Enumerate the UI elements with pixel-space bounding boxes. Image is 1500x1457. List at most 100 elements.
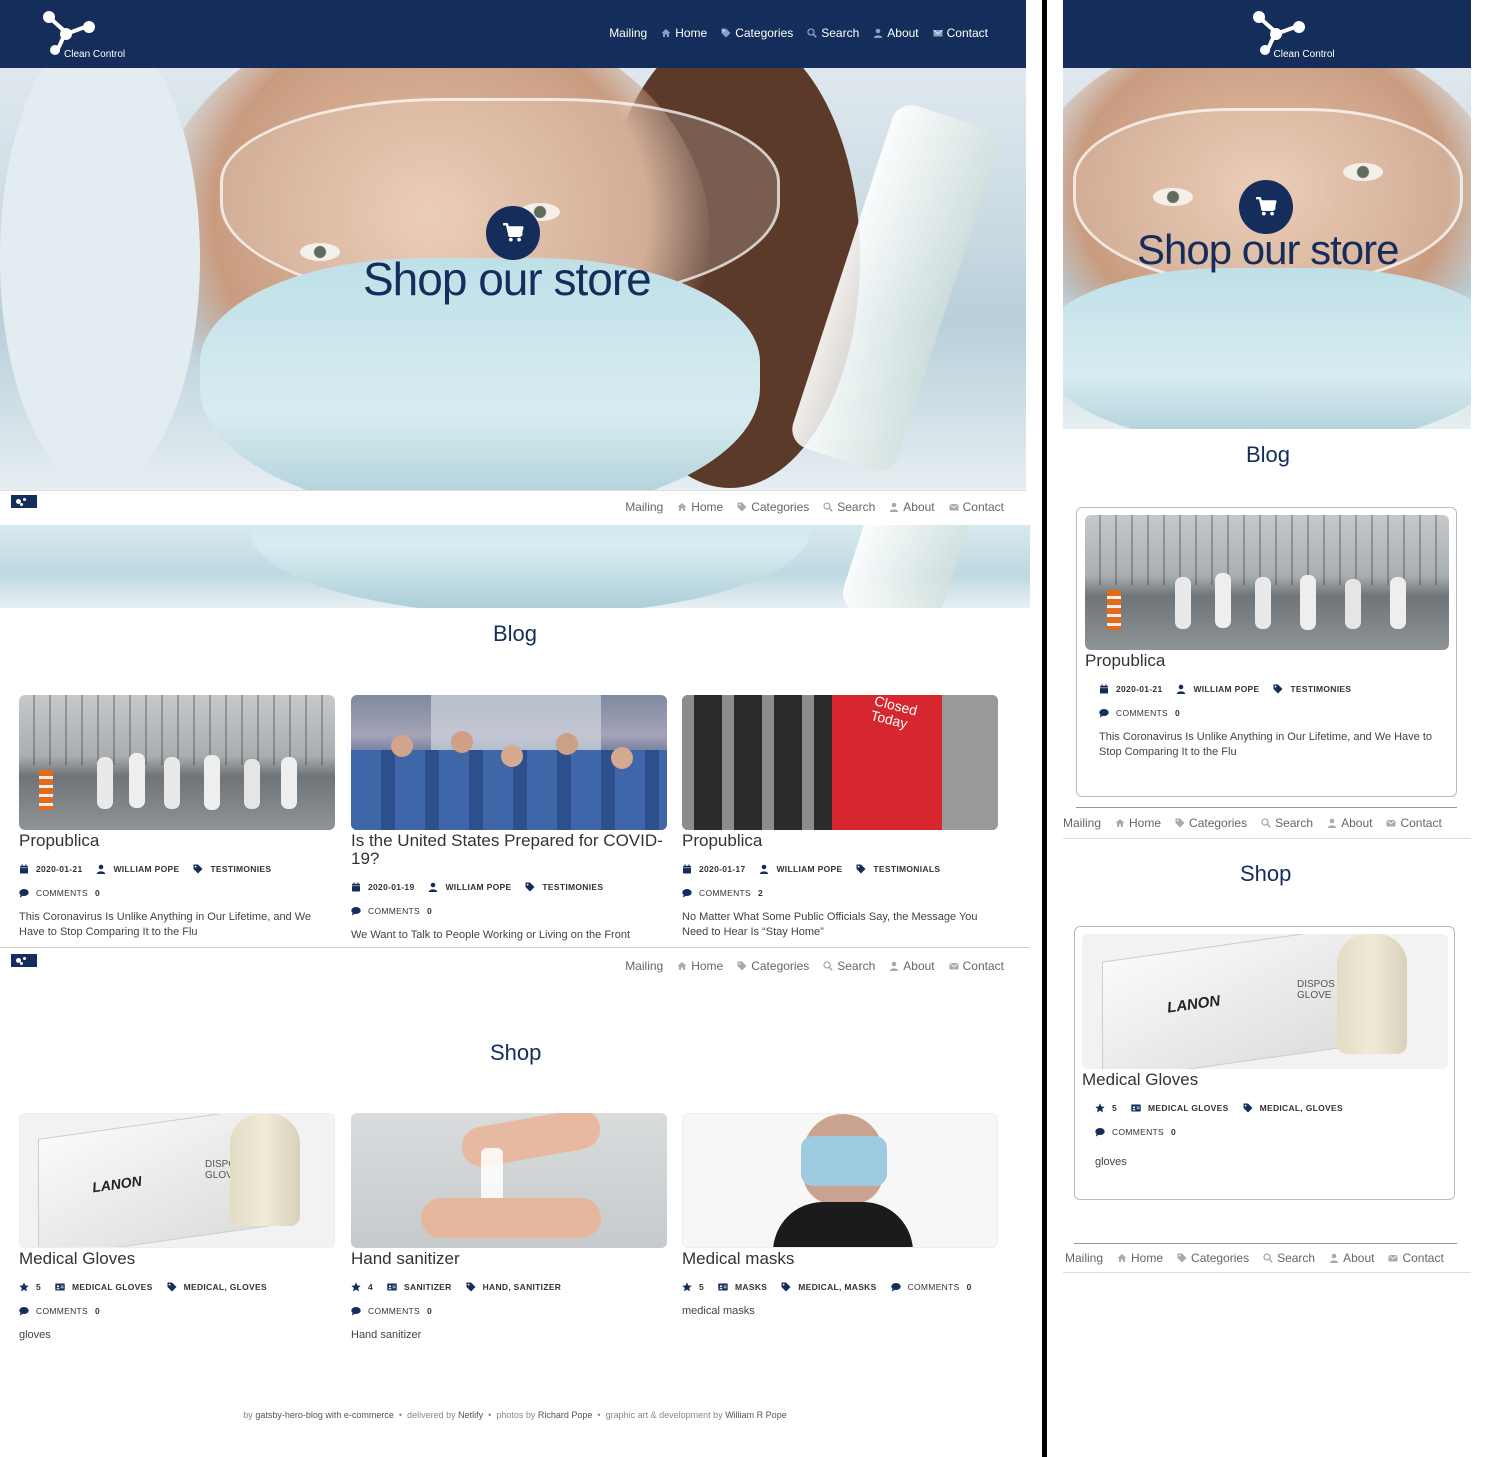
nav-categories[interactable]: Categories [737,959,809,973]
calendar-icon [682,864,692,874]
product-category[interactable]: SANITIZER [404,1282,452,1292]
product-title[interactable]: Medical Gloves [1082,1071,1448,1089]
product-card[interactable]: Medical masks 5 MASKS MEDICAL, MASKS COM… [682,1113,998,1319]
product-category[interactable]: MEDICAL GLOVES [72,1282,153,1292]
product-tags[interactable]: MEDICAL, GLOVES [184,1282,267,1292]
nav-about[interactable]: About [889,959,935,973]
post-category[interactable]: TESTIMONIES [210,864,271,874]
nav-search[interactable]: Search [807,26,859,40]
nav-home[interactable]: Home [1117,1251,1163,1265]
nav-contact[interactable]: Contact [1388,1251,1444,1265]
star-icon [351,1282,361,1292]
sticky-nav: Mailing Home Categories Search About Con… [611,500,1004,514]
tag-icon [856,864,866,874]
nav-mailing[interactable]: Mailing [609,26,647,40]
nav-home[interactable]: Home [677,500,723,514]
post-author[interactable]: WILLIAM POPE [113,864,179,874]
nav-mailing[interactable]: Mailing [625,500,663,514]
nav-mailing[interactable]: Mailing [1063,816,1101,830]
product-image [351,1113,667,1248]
post-image [19,695,335,830]
envelope-icon [949,961,959,971]
nav-contact[interactable]: Contact [1386,816,1442,830]
id-card-icon [1131,1103,1141,1113]
star-icon [1095,1103,1105,1113]
post-author[interactable]: WILLIAM POPE [776,864,842,874]
nav-about[interactable]: About [889,500,935,514]
sticky-nav: Mailing Home Categories Search About Con… [611,959,1004,973]
envelope-icon [949,502,959,512]
product-card[interactable]: Hand sanitizer 4 SANITIZER HAND, SANITIZ… [351,1113,667,1343]
shop-section-title: Shop [490,1040,542,1065]
id-card-icon [55,1282,65,1292]
post-title[interactable]: Is the United States Prepared for COVID-… [351,832,667,868]
tag-icon [737,961,747,971]
nav-search[interactable]: Search [1261,816,1313,830]
nav-contact[interactable]: Contact [949,500,1004,514]
product-category[interactable]: MASKS [735,1282,767,1292]
nav-contact[interactable]: Contact [949,959,1004,973]
product-tags[interactable]: HAND, SANITIZER [483,1282,562,1292]
mobile-view: Clean Control Shop our store Blog Propub… [1063,0,1471,1457]
product-image: LANON DISPOS GLOVE [19,1113,335,1248]
nav-home[interactable]: Home [677,959,723,973]
nav-contact[interactable]: Contact [933,26,988,40]
nav-mailing[interactable]: Mailing [625,959,663,973]
mini-logo[interactable] [11,495,37,508]
post-author[interactable]: WILLIAM POPE [445,882,511,892]
brand-logo[interactable]: Clean Control [1250,2,1345,66]
post-category[interactable]: TESTIMONIES [1290,684,1351,694]
post-category[interactable]: TESTIMONIALS [873,864,940,874]
blog-post-card[interactable]: Is the United States Prepared for COVID-… [351,695,667,943]
post-category[interactable]: TESTIMONIES [542,882,603,892]
blog-post-card[interactable]: Propublica 2020-01-21 WILLIAM POPE TESTI… [1076,507,1457,797]
nav-about[interactable]: About [1329,1251,1374,1265]
blog-post-card[interactable]: Closed Today Propublica 2020-01-17 WILLI… [682,695,998,940]
post-excerpt: No Matter What Some Public Officials Say… [682,911,978,938]
brand-logo[interactable]: Clean Control [40,2,135,66]
comment-icon [891,1282,901,1292]
nav-search[interactable]: Search [823,500,875,514]
post-title[interactable]: Propublica [1085,652,1449,670]
blog-post-card[interactable]: Propublica 2020-01-21 WILLIAM POPE TESTI… [19,695,335,940]
envelope-icon [1388,1253,1398,1263]
product-tags[interactable]: MEDICAL, GLOVES [1260,1103,1343,1113]
product-title[interactable]: Medical Gloves [19,1250,335,1268]
product-tags[interactable]: MEDICAL, MASKS [798,1282,876,1292]
nav-categories[interactable]: Categories [721,26,793,40]
nav-categories[interactable]: Categories [1177,1251,1249,1265]
footer-link-netlify[interactable]: Netlify [458,1410,483,1420]
post-title[interactable]: Propublica [682,832,998,850]
post-excerpt: We Want to Talk to People Working or Liv… [351,929,631,941]
product-card[interactable]: LANON DISPOS GLOVE Medical Gloves 5 MEDI… [19,1113,335,1343]
user-icon [1176,684,1186,694]
footer-link-gatsby[interactable]: gatsby-hero-blog with e-commerce [255,1410,394,1420]
nav-categories[interactable]: Categories [1175,816,1247,830]
tag-icon [1177,1253,1187,1263]
comment-icon [19,1306,29,1316]
product-meta: 5 MEDICAL GLOVES MEDICAL, GLOVES COMMENT… [19,1282,335,1316]
nav-search[interactable]: Search [1263,1251,1315,1265]
user-icon [1329,1253,1339,1263]
product-category[interactable]: MEDICAL GLOVES [1148,1103,1229,1113]
nav-categories[interactable]: Categories [737,500,809,514]
nav-home[interactable]: Home [661,26,707,40]
hero-title: Shop our store [1137,226,1400,273]
mini-logo[interactable] [11,954,37,967]
footer-link-photographer[interactable]: Richard Pope [538,1410,593,1420]
nav-search[interactable]: Search [823,959,875,973]
nav-about[interactable]: About [1327,816,1372,830]
post-meta: 2020-01-17 WILLIAM POPE TESTIMONIALS COM… [682,864,998,898]
product-card[interactable]: LANON DISPOS GLOVE Medical Gloves 5 MEDI… [1074,926,1455,1200]
product-title[interactable]: Hand sanitizer [351,1250,667,1268]
nav-mailing[interactable]: Mailing [1065,1251,1103,1265]
post-title[interactable]: Propublica [19,832,335,850]
nav-home[interactable]: Home [1115,816,1161,830]
post-author[interactable]: WILLIAM POPE [1193,684,1259,694]
footer-link-developer[interactable]: William R Pope [725,1410,787,1420]
nav-about[interactable]: About [873,26,919,40]
post-meta: 2020-01-21 WILLIAM POPE TESTIMONIES COMM… [19,864,335,898]
user-icon [759,864,769,874]
gloves-box-text: DISPOS GLOVE [1297,979,1335,1001]
product-title[interactable]: Medical masks [682,1250,998,1268]
